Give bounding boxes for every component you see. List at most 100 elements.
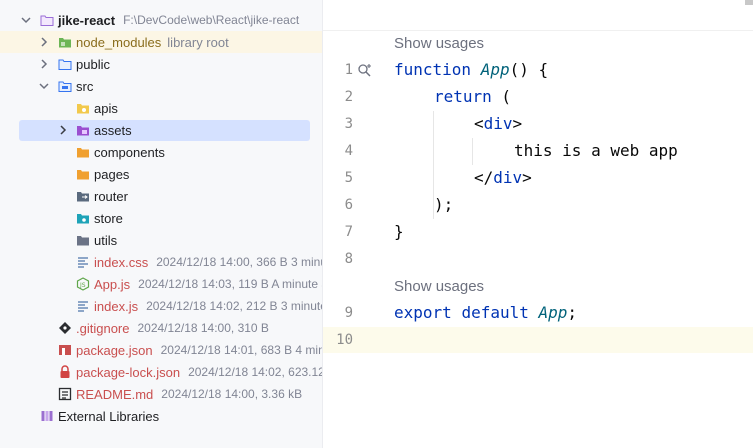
lock-icon <box>58 365 72 379</box>
punctuation: ); <box>434 195 454 214</box>
punctuation: ; <box>567 303 578 322</box>
tag-div: div <box>483 114 513 133</box>
folder-library-icon <box>58 35 72 49</box>
tree-item-assets[interactable]: assets <box>0 119 322 141</box>
current-line-highlight <box>323 327 753 353</box>
code-line-9: export default App; <box>394 303 577 322</box>
line-number: 4 <box>344 143 353 159</box>
library-root-label: library root <box>167 34 229 50</box>
folder-module-icon <box>40 13 54 27</box>
punctuation: </ <box>474 168 494 187</box>
jsx-text: this is a web app <box>514 141 678 160</box>
function-name: App <box>480 60 510 79</box>
function-name: App <box>538 303 568 322</box>
folder-router-icon <box>76 189 90 203</box>
code-line-2: return ( <box>434 87 511 106</box>
editor-tab-strip <box>323 0 753 31</box>
package-lock-name: package-lock.json <box>76 364 181 380</box>
root-name: jike-react <box>58 12 116 28</box>
tree-item-src[interactable]: src <box>0 75 322 97</box>
folder-assets-icon <box>76 123 90 137</box>
run-gutter-icon[interactable] <box>357 63 373 79</box>
tree-item-gitignore[interactable]: .gitignore 2024/12/18 14:00, 310 B <box>0 317 322 339</box>
app-js-meta: 2024/12/18 14:03, 119 B A minute a <box>138 277 322 291</box>
tree-item-node-modules[interactable]: node_modules library root <box>0 31 322 53</box>
public-name: public <box>76 56 110 72</box>
punctuation: } <box>394 222 404 241</box>
tree-item-root[interactable]: jike-react F:\DevCode\web\React\jike-rea… <box>0 9 322 31</box>
tree-item-public[interactable]: public <box>0 53 322 75</box>
tree-item-index-css[interactable]: index.css 2024/12/18 14:00, 366 B 3 minu… <box>0 251 322 273</box>
punctuation: ( <box>491 87 512 106</box>
index-css-name: index.css <box>94 254 149 270</box>
chevron-down-icon[interactable] <box>38 80 50 92</box>
punctuation: () { <box>509 60 549 79</box>
folder-utils-icon <box>76 233 90 247</box>
folder-pages-icon <box>76 167 90 181</box>
tree-item-components[interactable]: components <box>0 141 322 163</box>
line-number: 5 <box>344 170 353 186</box>
index-js-name: index.js <box>94 298 139 314</box>
utils-name: utils <box>94 232 118 248</box>
index-js-meta: 2024/12/18 14:02, 212 B 3 minutes <box>146 299 322 313</box>
line-number: 10 <box>336 332 353 348</box>
external-libraries-name: External Libraries <box>58 408 160 424</box>
tree-item-pages[interactable]: pages <box>0 163 322 185</box>
folder-icon <box>58 57 72 71</box>
punctuation: > <box>512 114 523 133</box>
keyword-function: function <box>394 60 472 79</box>
punctuation: < <box>474 114 484 133</box>
show-usages-hint[interactable]: Show usages <box>394 35 484 52</box>
keyword-default: default <box>461 303 529 322</box>
root-path: F:\DevCode\web\React\jike-react <box>123 13 300 27</box>
js-file-icon: JS <box>76 277 90 291</box>
project-tool-window: jike-react F:\DevCode\web\React\jike-rea… <box>0 0 322 448</box>
readme-icon <box>58 387 72 401</box>
tree-item-index-js[interactable]: index.js 2024/12/18 14:02, 212 B 3 minut… <box>0 295 322 317</box>
line-number: 7 <box>344 224 353 240</box>
line-number: 1 <box>344 62 353 78</box>
code-line-3: <div> <box>474 114 522 133</box>
code-line-4: this is a web app <box>514 141 678 160</box>
package-lock-meta: 2024/12/18 14:02, 623.12 k <box>188 365 322 379</box>
chevron-right-icon[interactable] <box>57 124 69 136</box>
code-line-5: </div> <box>474 168 532 187</box>
apis-name: apis <box>94 100 118 116</box>
tree-item-readme[interactable]: README.md 2024/12/18 14:00, 3.36 kB <box>0 383 322 405</box>
js-file-icon <box>76 299 90 313</box>
package-json-meta: 2024/12/18 14:01, 683 B 4 minu <box>160 343 322 357</box>
readme-name: README.md <box>76 386 154 402</box>
tree-item-app-js[interactable]: JS App.js 2024/12/18 14:03, 119 B A minu… <box>0 273 322 295</box>
folder-components-icon <box>76 145 90 159</box>
line-number: 6 <box>344 197 353 213</box>
code-line-6: ); <box>434 195 453 214</box>
package-json-name: package.json <box>76 342 153 358</box>
code-editor[interactable]: Show usages Show usages 1 2 3 4 5 6 7 8 … <box>323 0 753 448</box>
svg-text:JS: JS <box>79 282 86 289</box>
gitignore-meta: 2024/12/18 14:00, 310 B <box>137 321 269 335</box>
src-name: src <box>76 78 94 94</box>
scrollbar-thumb[interactable] <box>745 0 753 5</box>
tree-item-router[interactable]: router <box>0 185 322 207</box>
tree-item-package-json[interactable]: package.json 2024/12/18 14:01, 683 B 4 m… <box>0 339 322 361</box>
line-number: 8 <box>344 251 353 267</box>
chevron-right-icon[interactable] <box>38 58 50 70</box>
line-number: 3 <box>344 116 353 132</box>
punctuation: > <box>522 168 532 187</box>
css-file-icon <box>76 255 90 269</box>
chevron-down-icon[interactable] <box>20 14 32 26</box>
readme-meta: 2024/12/18 14:00, 3.36 kB <box>161 387 303 401</box>
tree-item-store[interactable]: store <box>0 207 322 229</box>
tree-item-package-lock[interactable]: package-lock.json 2024/12/18 14:02, 623.… <box>0 361 322 383</box>
show-usages-hint[interactable]: Show usages <box>394 278 484 295</box>
code-line-7: } <box>394 222 404 241</box>
tree-item-utils[interactable]: utils <box>0 229 322 251</box>
npm-icon <box>58 343 72 357</box>
chevron-right-icon[interactable] <box>38 36 50 48</box>
tree-item-external-libraries[interactable]: External Libraries <box>0 405 322 427</box>
tag-div: div <box>493 168 523 187</box>
gitignore-name: .gitignore <box>76 320 130 336</box>
line-number: 9 <box>344 305 353 321</box>
tree-item-apis[interactable]: apis <box>0 97 322 119</box>
folder-api-icon <box>76 101 90 115</box>
